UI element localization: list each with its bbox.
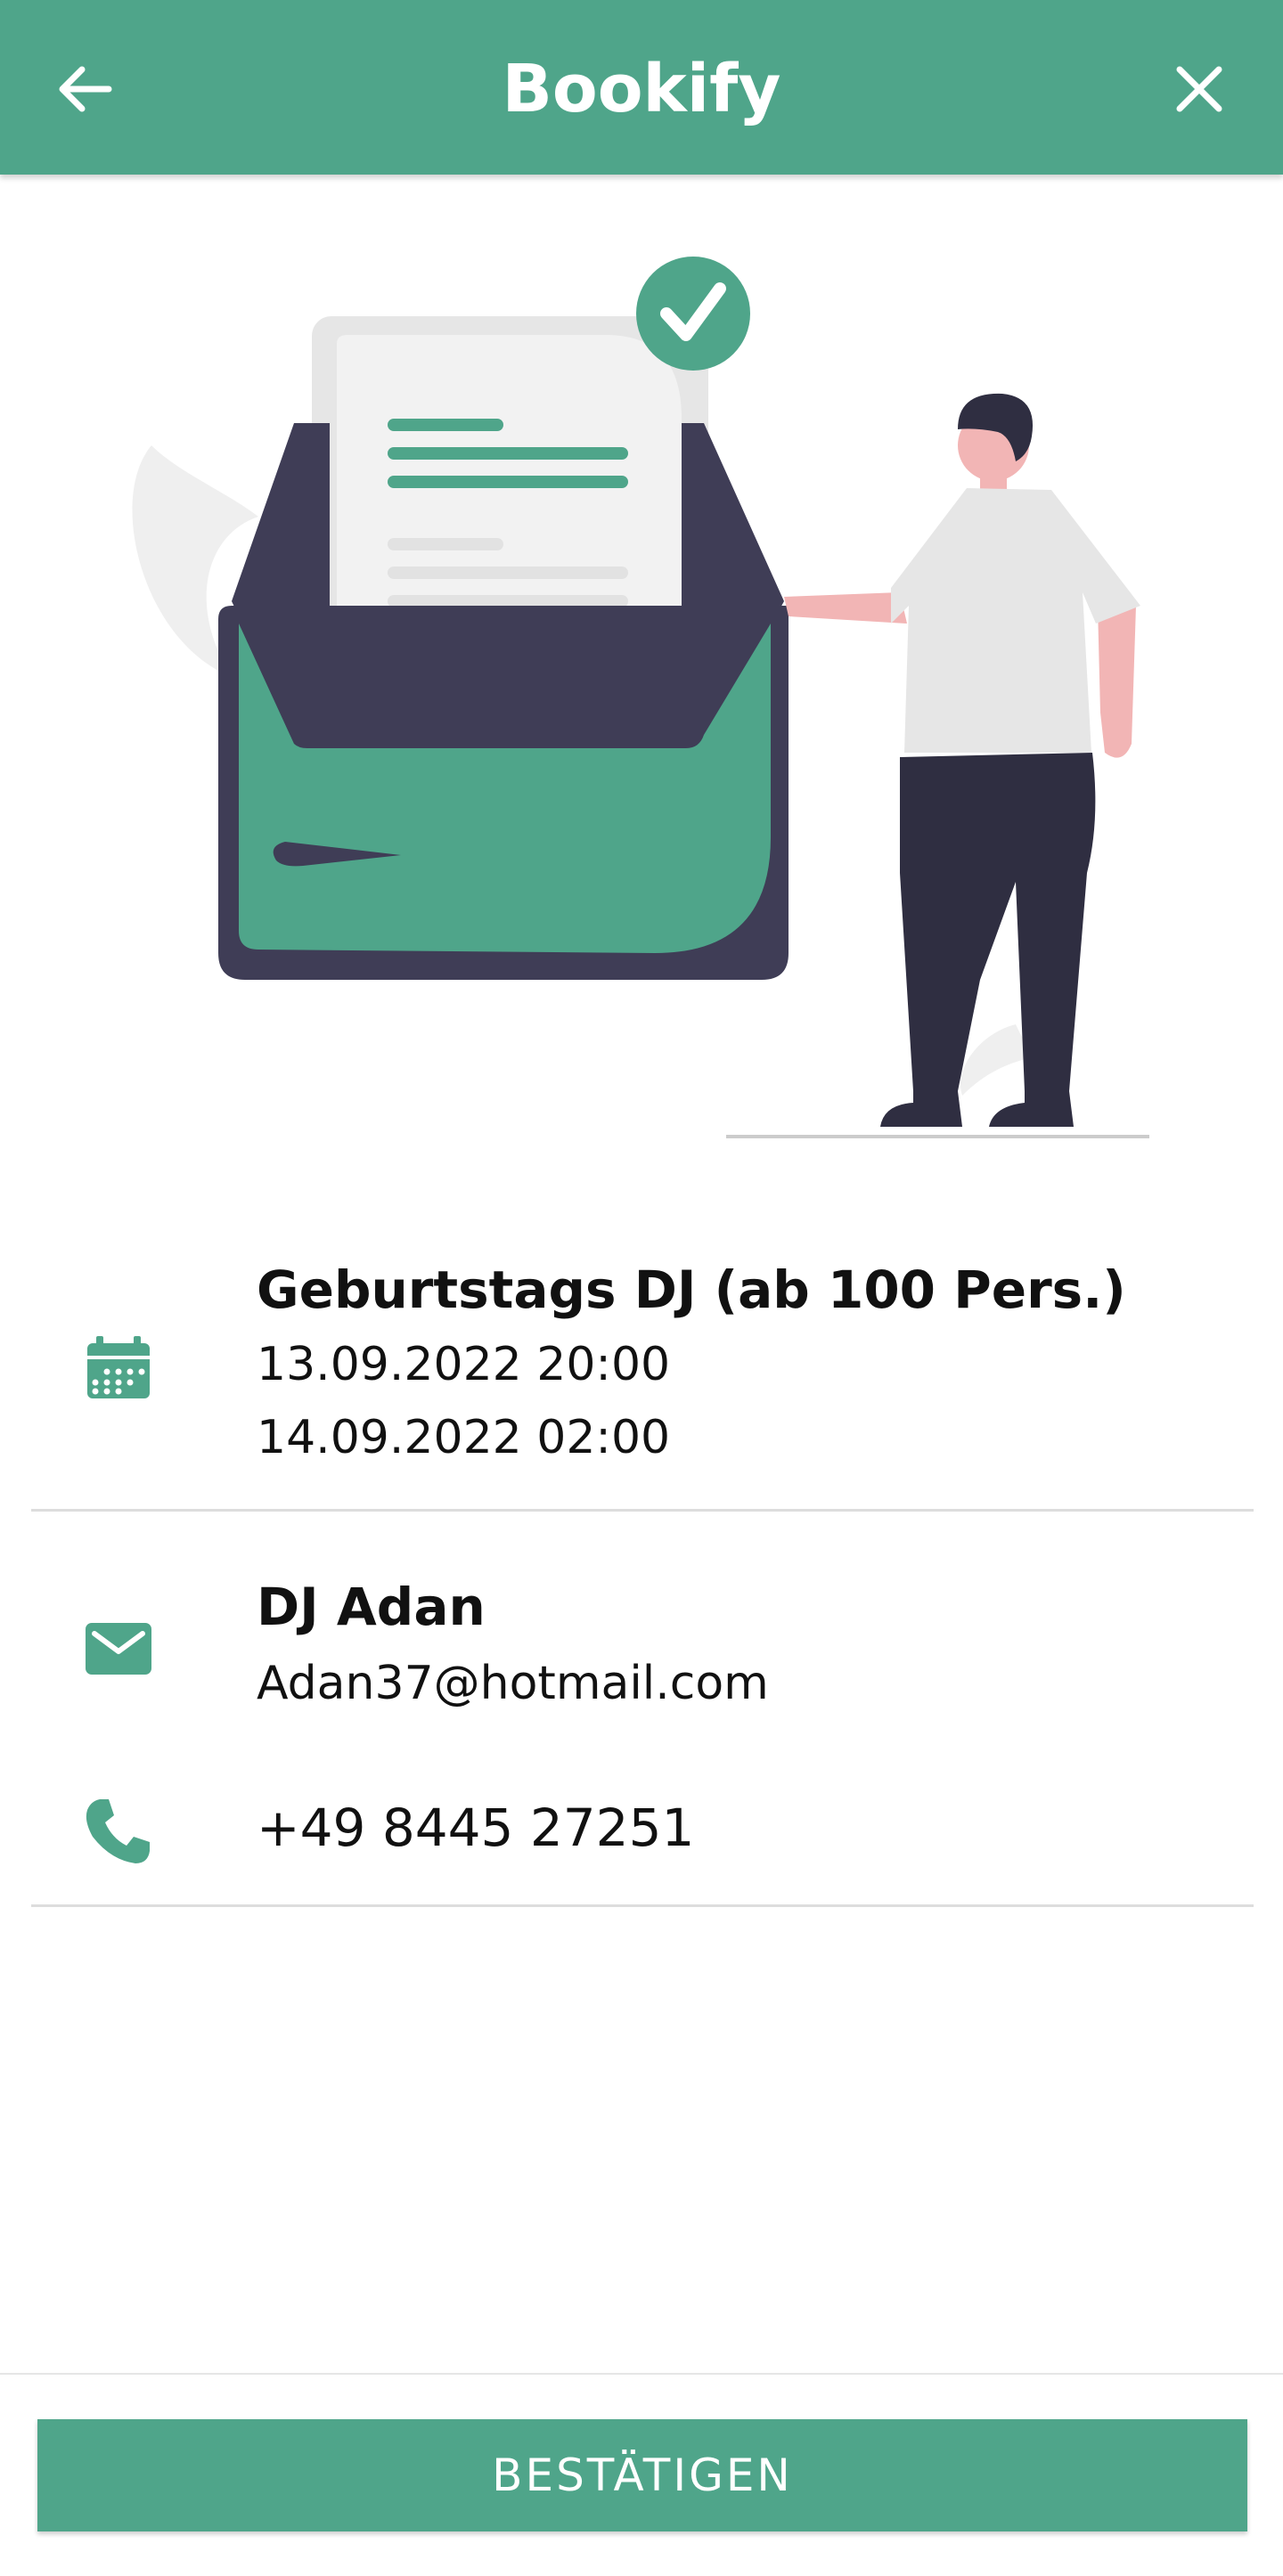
confirm-button[interactable]: BESTÄTIGEN xyxy=(37,2419,1247,2531)
contact-phone[interactable]: +49 8445 27251 xyxy=(257,1797,694,1858)
mail-icon xyxy=(84,1614,153,1683)
app-bar: Bookify xyxy=(0,0,1283,175)
close-button[interactable] xyxy=(1167,57,1231,121)
event-title: Geburtstags DJ (ab 100 Pers.) xyxy=(257,1259,1126,1320)
contact-email[interactable]: Adan37@hotmail.com xyxy=(257,1657,769,1710)
close-icon xyxy=(1176,66,1222,112)
event-start: 13.09.2022 20:00 xyxy=(257,1338,671,1391)
booking-confirmed-illustration xyxy=(125,249,1158,1149)
contact-name: DJ Adan xyxy=(257,1577,486,1637)
phone-icon xyxy=(84,1796,153,1865)
divider xyxy=(31,1509,1254,1512)
bottom-bar-separator xyxy=(0,2373,1283,2375)
calendar-icon xyxy=(84,1333,153,1402)
app-title: Bookify xyxy=(502,51,781,127)
event-end: 14.09.2022 02:00 xyxy=(257,1411,671,1464)
divider xyxy=(31,1904,1254,1907)
